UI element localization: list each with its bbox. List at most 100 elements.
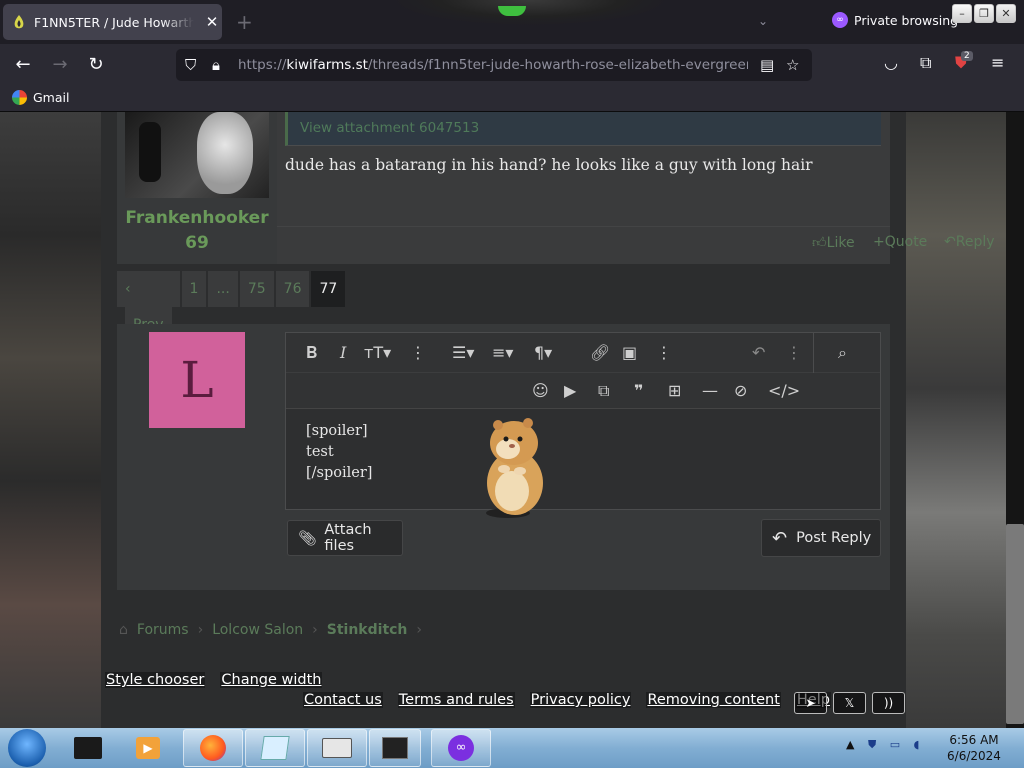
- extension-badge: 2: [961, 51, 973, 61]
- reload-icon[interactable]: ↻: [83, 53, 109, 77]
- page-link[interactable]: 76: [275, 271, 310, 307]
- show-hidden-icons[interactable]: ▲: [846, 738, 854, 751]
- previous-post: Frankenhooker 69 View attachment 6047513…: [117, 112, 995, 264]
- toolbar-divider: [813, 333, 814, 373]
- url-text[interactable]: https://kiwifarms.st/threads/f1nn5ter-ju…: [238, 57, 748, 73]
- like-button[interactable]: 👍︎Like: [812, 234, 855, 251]
- page-link[interactable]: 1: [181, 271, 207, 307]
- private-mask-icon: ∞: [832, 12, 848, 28]
- spoiler-icon[interactable]: ⊘: [734, 381, 747, 401]
- volume-icon[interactable]: ◖: [914, 738, 920, 751]
- code-icon[interactable]: </>: [768, 381, 800, 401]
- app-menu-icon[interactable]: ≡: [991, 53, 1004, 72]
- lock-icon[interactable]: 🔒︎: [212, 56, 220, 74]
- undo-icon[interactable]: ↶: [752, 343, 765, 363]
- home-icon[interactable]: ⌂: [119, 622, 128, 638]
- quote-icon[interactable]: ❞: [634, 381, 643, 401]
- image-icon[interactable]: ▣: [622, 343, 637, 363]
- post-body: dude has a batarang in his hand? he look…: [285, 156, 813, 174]
- rich-text-editor[interactable]: 𝐁 I тТ▾ ⋮ ☰▾ ≡▾ ¶▾ 🔗︎ ▣ ⋮ ↶ ⋮ ⌕ ☺ ▶ ⧉ ❞ …: [285, 332, 881, 518]
- contact-us-link[interactable]: Contact us: [303, 692, 383, 708]
- change-width-link[interactable]: Change width: [220, 672, 323, 688]
- current-page: 77: [311, 271, 346, 307]
- table-icon[interactable]: ⊞: [668, 381, 681, 401]
- hamster-sticker: [486, 418, 543, 518]
- taskbar-app-keyboard[interactable]: [307, 729, 367, 767]
- align-icon[interactable]: ≡▾: [492, 343, 513, 363]
- telegram-icon[interactable]: ➤: [794, 692, 827, 714]
- more-insert-icon[interactable]: ⋮: [656, 343, 672, 363]
- private-browsing-label: Private browsing: [854, 12, 959, 28]
- view-attachment-link[interactable]: View attachment 6047513: [300, 120, 479, 136]
- user-avatar[interactable]: L: [149, 332, 245, 428]
- removing-content-link[interactable]: Removing content: [646, 692, 781, 708]
- paragraph-icon[interactable]: ¶▾: [534, 343, 552, 363]
- clock-time: 6:56 AM: [949, 733, 999, 747]
- media-icon[interactable]: ▶: [564, 381, 576, 401]
- maximize-button[interactable]: ❐: [974, 4, 994, 23]
- taskbar-app-firefox[interactable]: [183, 729, 243, 767]
- tracking-shield-icon[interactable]: ⛉: [185, 56, 196, 74]
- bookmark-star-icon[interactable]: ☆: [786, 56, 799, 74]
- breadcrumb-stinkditch[interactable]: Stinkditch: [327, 622, 408, 638]
- pocket-icon[interactable]: ◡: [884, 53, 898, 72]
- list-icon[interactable]: ☰▾: [452, 343, 474, 363]
- close-tab-icon[interactable]: ✕: [202, 13, 222, 31]
- reply-button[interactable]: ↶Reply: [944, 234, 995, 250]
- url-bar[interactable]: ⛉ 🔒︎ https://kiwifarms.st/threads/f1nn5t…: [176, 49, 812, 81]
- breadcrumb-lolcow-salon[interactable]: Lolcow Salon: [212, 622, 303, 638]
- list-all-tabs-icon[interactable]: ⌄: [758, 14, 768, 28]
- italic-icon[interactable]: I: [340, 343, 346, 363]
- prev-page-button[interactable]: ‹ Prev: [117, 271, 180, 343]
- user-avatar[interactable]: [125, 112, 269, 198]
- page-link[interactable]: 75: [239, 271, 274, 307]
- taskbar-app-private-browser[interactable]: ∞: [431, 729, 491, 767]
- forward-arrow-icon[interactable]: →: [47, 53, 73, 77]
- breadcrumb-forums[interactable]: Forums: [137, 622, 189, 638]
- taskbar-app-monitor[interactable]: [66, 729, 112, 767]
- close-window-button[interactable]: ✕: [996, 4, 1016, 23]
- more-history-icon[interactable]: ⋮: [786, 343, 802, 363]
- taskbar-app-media[interactable]: ▶: [126, 729, 172, 767]
- gallery-icon[interactable]: ⧉: [598, 381, 609, 401]
- page-scrollbar[interactable]: [1006, 524, 1024, 724]
- new-tab-icon[interactable]: +: [236, 10, 253, 34]
- taskbar-app-window[interactable]: [369, 729, 421, 767]
- terms-link[interactable]: Terms and rules: [397, 692, 515, 708]
- horizontal-line-icon[interactable]: —: [702, 381, 718, 401]
- privacy-policy-link[interactable]: Privacy policy: [529, 692, 632, 708]
- security-shield-icon[interactable]: ⛊: [868, 738, 876, 751]
- minimize-button[interactable]: –: [952, 4, 972, 23]
- system-clock[interactable]: 6:56 AM 6/6/2024: [944, 732, 1004, 764]
- x-icon[interactable]: 𝕏: [833, 692, 866, 714]
- more-options-icon[interactable]: ⋮: [410, 343, 426, 363]
- post-username[interactable]: Frankenhooker: [117, 208, 277, 228]
- rss-icon[interactable]: )): [872, 692, 905, 714]
- bookmark-gmail[interactable]: Gmail: [12, 90, 69, 105]
- taskbar-app-notes[interactable]: [245, 729, 305, 767]
- reader-view-icon[interactable]: ▤: [760, 56, 774, 74]
- start-button[interactable]: [8, 729, 46, 767]
- extensions-icon[interactable]: ⧉: [920, 53, 931, 73]
- background-comic-right: [906, 112, 1006, 728]
- post-actions: 👍︎Like +Quote ↶Reply: [277, 226, 995, 264]
- page-ellipsis[interactable]: ...: [208, 271, 238, 307]
- bold-icon[interactable]: 𝐁: [306, 343, 317, 363]
- breadcrumb-separator: ›: [416, 622, 423, 638]
- breadcrumb-separator: ›: [197, 622, 204, 638]
- social-links: ➤ 𝕏 )): [794, 692, 905, 714]
- back-arrow-icon[interactable]: ←: [10, 53, 36, 77]
- preview-icon[interactable]: ⌕: [838, 343, 847, 363]
- tab-kiwifarms[interactable]: F1NN5TER / Jude Howarth / Rose ✕: [3, 4, 222, 40]
- post-reply-button[interactable]: ↶ Post Reply: [761, 519, 881, 557]
- emoji-icon[interactable]: ☺: [532, 381, 549, 401]
- google-icon: [12, 90, 27, 105]
- style-chooser-link[interactable]: Style chooser: [105, 672, 206, 688]
- link-icon[interactable]: 🔗︎: [590, 343, 610, 363]
- editor-text-area[interactable]: [spoiler] test [/spoiler]: [306, 421, 372, 484]
- network-icon[interactable]: ▭: [890, 738, 900, 751]
- text-size-icon[interactable]: тТ▾: [364, 343, 391, 363]
- post-reply-label: Post Reply: [796, 530, 872, 546]
- attach-files-button[interactable]: 📎︎ Attach files: [287, 520, 403, 556]
- quote-button[interactable]: +Quote: [873, 234, 927, 250]
